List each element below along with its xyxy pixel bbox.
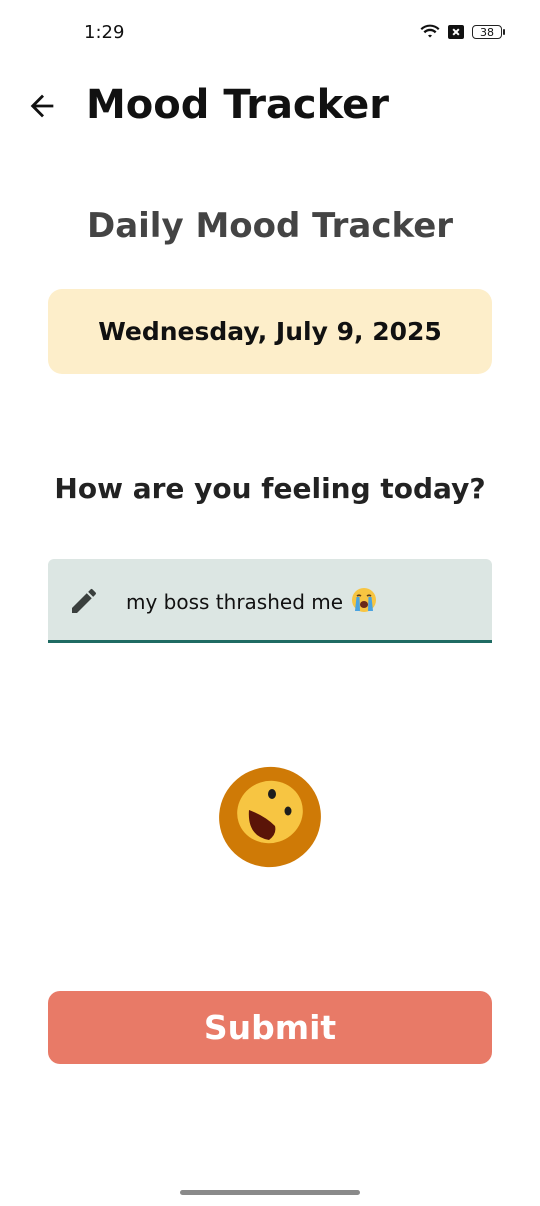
home-indicator[interactable] <box>180 1190 360 1195</box>
submit-label: Submit <box>203 1008 337 1047</box>
arrow-left-icon <box>25 89 59 127</box>
status-icons: 38 <box>420 24 505 40</box>
status-bar: 1:29 38 <box>0 0 540 70</box>
sim-blocked-icon <box>448 25 464 39</box>
current-date: Wednesday, July 9, 2025 <box>98 317 442 346</box>
page-title: Mood Tracker <box>86 82 390 128</box>
tracker-heading: Daily Mood Tracker <box>86 206 454 246</box>
mood-input-value[interactable]: my boss thrashed me <box>126 587 377 618</box>
wifi-icon <box>420 24 440 40</box>
laughing-face-emoji-icon <box>217 764 323 870</box>
pencil-icon <box>68 585 100 617</box>
mood-input-text: my boss thrashed me <box>126 590 344 614</box>
app-bar: Mood Tracker <box>0 72 540 144</box>
loudly-crying-face-icon <box>351 587 377 618</box>
battery-icon: 38 <box>472 25 505 39</box>
submit-button[interactable]: Submit <box>48 991 492 1064</box>
date-card: Wednesday, July 9, 2025 <box>48 289 492 374</box>
mood-input-field[interactable]: my boss thrashed me <box>48 559 492 643</box>
status-time: 1:29 <box>84 22 125 43</box>
back-button[interactable] <box>22 88 62 128</box>
mood-question: How are you feeling today? <box>54 472 486 505</box>
battery-level: 38 <box>480 25 494 39</box>
